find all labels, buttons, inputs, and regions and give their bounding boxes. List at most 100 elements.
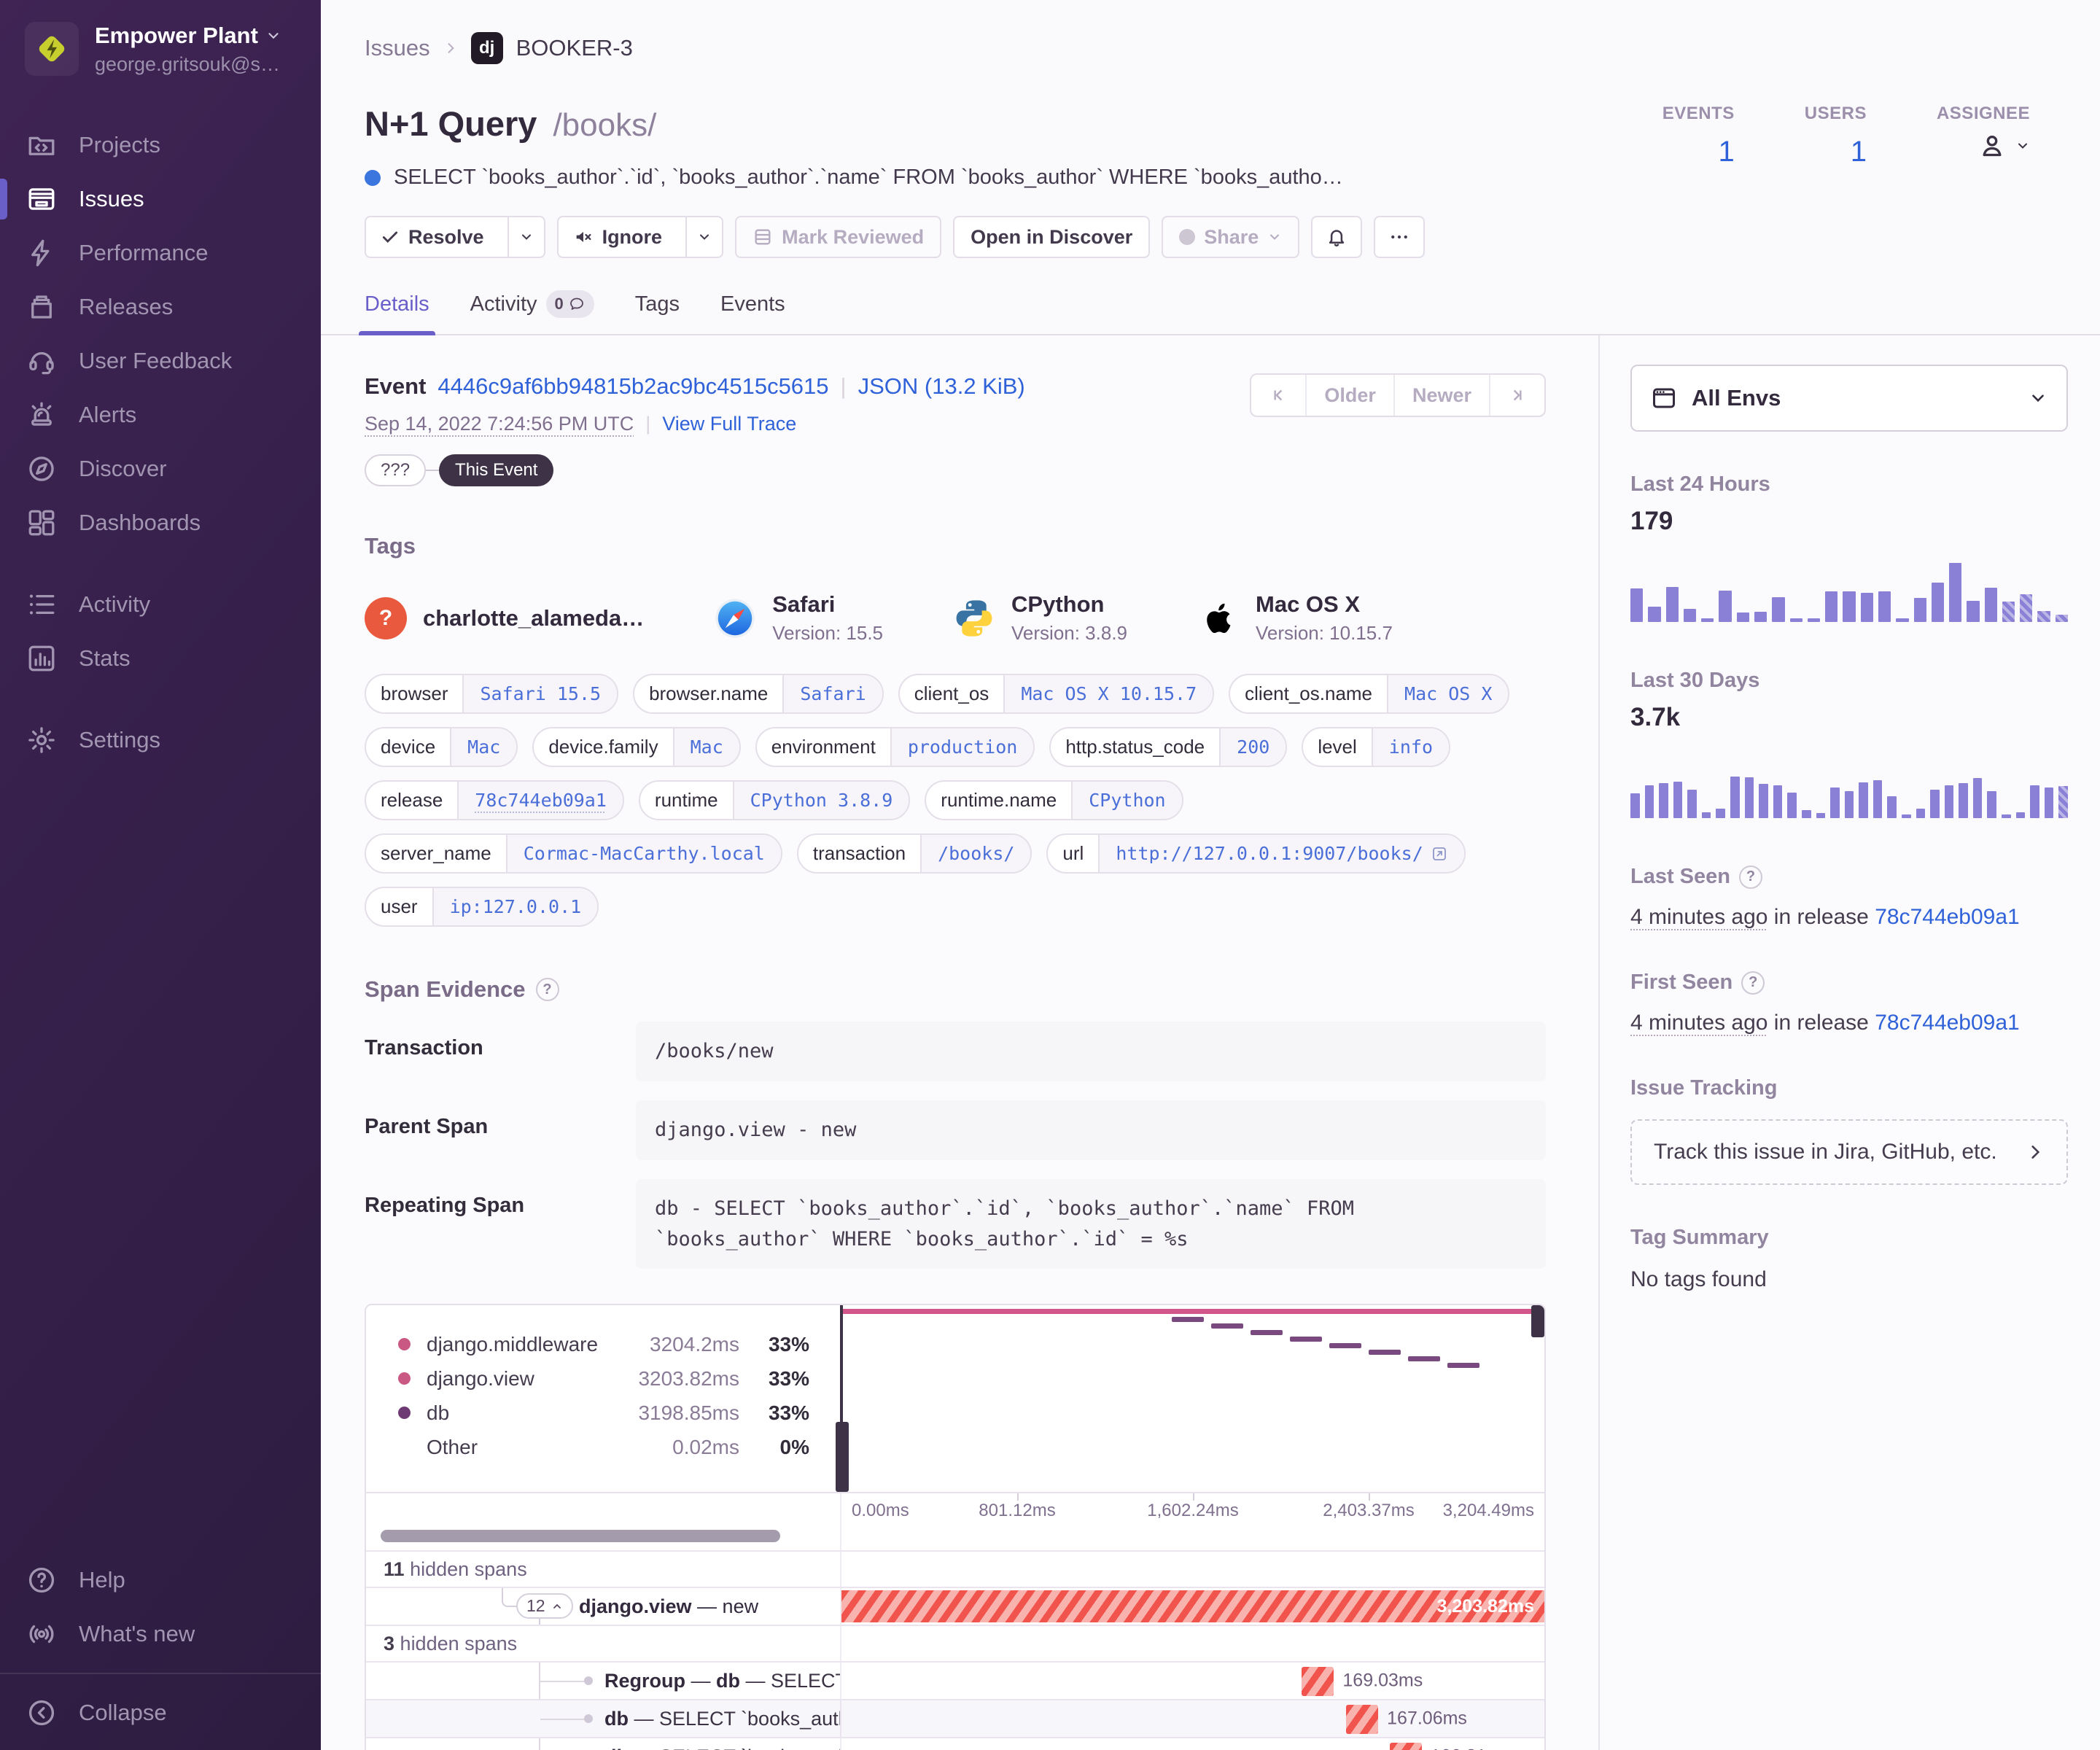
org-user-email: george.gritsouk@s… — [95, 52, 281, 75]
span-row[interactable]: db — SELECT `books_author` 167.06ms — [366, 1699, 1544, 1738]
tag-pill-user[interactable]: user ip:127.0.0.1 — [365, 887, 599, 927]
tag-pill-device-family[interactable]: device.family Mac — [532, 727, 741, 767]
tab-tags[interactable]: Tags — [635, 290, 680, 334]
tag-pill-runtime-name[interactable]: runtime.name CPython — [925, 780, 1183, 820]
span-bar[interactable] — [1346, 1705, 1379, 1735]
tag-pill-browser-name[interactable]: browser.name Safari — [633, 674, 884, 714]
span-row[interactable]: db — SELECT `books_author` 166.81ms — [366, 1737, 1544, 1750]
tag-pill-url[interactable]: url http://127.0.0.1:9007/books/ — [1046, 833, 1466, 874]
tag-pill-device[interactable]: device Mac — [365, 727, 518, 767]
waterfall-scrollbar[interactable] — [381, 1530, 780, 1543]
sidebar-item-issues[interactable]: Issues — [0, 172, 321, 226]
newer-event-button[interactable]: Newer — [1393, 375, 1489, 416]
share-button[interactable]: Share — [1162, 216, 1300, 258]
span-group-link[interactable]: Regroup — [604, 1670, 685, 1692]
histogram-bar — [1759, 783, 1768, 818]
tag-pill-client-os[interactable]: client_os Mac OS X 10.15.7 — [898, 674, 1215, 714]
first-seen-release-link[interactable]: 78c744eb09a1 — [1875, 1011, 2020, 1035]
sidebar-item-alerts[interactable]: Alerts — [0, 388, 321, 442]
histogram-bar — [1730, 776, 1740, 818]
tag-pill-level[interactable]: level info — [1302, 727, 1451, 767]
sidebar-item-label: Alerts — [79, 402, 137, 427]
minimap-span-segment — [1211, 1323, 1244, 1329]
event-json-link[interactable]: JSON (13.2 KiB) — [858, 373, 1025, 400]
help-question-icon[interactable]: ? — [1739, 865, 1762, 889]
featured-tag-mac-os-x[interactable]: Mac OS X Version: 10.15.7 — [1197, 591, 1393, 645]
tag-pill-http-status-code[interactable]: http.status_code 200 — [1049, 727, 1288, 767]
resolve-dropdown-button[interactable] — [507, 217, 544, 257]
evidence-row: Parent Span django.view - new — [365, 1100, 1546, 1160]
sidebar-item-collapse[interactable]: Collapse — [0, 1686, 321, 1740]
sidebar-item-what-s-new[interactable]: What's new — [0, 1607, 321, 1661]
featured-tag-cpython[interactable]: CPython Version: 3.8.9 — [953, 591, 1127, 645]
breadcrumb-issues-link[interactable]: Issues — [365, 35, 430, 61]
legend-dot — [398, 1407, 411, 1420]
track-issue-button[interactable]: Track this issue in Jira, GitHub, etc. — [1630, 1119, 2068, 1185]
sidebar-item-projects[interactable]: Projects — [0, 118, 321, 172]
assignee-selector[interactable] — [1937, 131, 2030, 160]
sidebar-item-stats[interactable]: Stats — [0, 631, 321, 685]
histogram-bar — [1916, 808, 1926, 818]
event-id-link[interactable]: 4446c9af6bb94815b2ac9bc4515c5615 — [438, 373, 828, 400]
open-in-discover-button[interactable]: Open in Discover — [953, 216, 1151, 258]
sidebar-item-releases[interactable]: Releases — [0, 280, 321, 334]
featured-tag-charlotte-alameda[interactable]: ? charlotte_alameda… — [365, 596, 644, 639]
org-switcher[interactable]: Empower Plant george.gritsouk@s… — [0, 22, 321, 76]
tag-pill-server-name[interactable]: server_name Cormac-MacCarthy.local — [365, 833, 782, 874]
more-actions-button[interactable] — [1374, 216, 1426, 258]
tab-activity[interactable]: Activity 0 — [470, 290, 594, 334]
tag-pill-browser[interactable]: browser Safari 15.5 — [365, 674, 619, 714]
ignore-button[interactable]: Ignore — [556, 216, 724, 258]
tag-pill-environment[interactable]: environment production — [755, 727, 1035, 767]
events-count[interactable]: 1 — [1662, 136, 1735, 168]
tag-pill-transaction[interactable]: transaction/books/ — [796, 833, 1032, 874]
resolve-button[interactable]: Resolve — [365, 216, 545, 258]
prev-event-pill[interactable]: ??? — [365, 454, 427, 486]
tab-events[interactable]: Events — [720, 290, 785, 334]
span-row[interactable]: Regroup — db — SELECT `books_author` 169.… — [366, 1661, 1544, 1700]
users-count[interactable]: 1 — [1805, 136, 1867, 168]
featured-tags: ? charlotte_alameda… Safari Version: 15.5 CP… — [365, 591, 1546, 645]
tab-details[interactable]: Details — [359, 290, 435, 335]
minimap-left-handle[interactable] — [836, 1422, 849, 1493]
tag-pill-client-os-name[interactable]: client_os.name Mac OS X — [1229, 674, 1510, 714]
tag-pill-release[interactable]: release 78c744eb09a1 — [365, 780, 624, 820]
sidebar-item-activity[interactable]: Activity — [0, 578, 321, 631]
sidebar-item-dashboards[interactable]: Dashboards — [0, 496, 321, 550]
minimap-right-handle[interactable] — [1531, 1305, 1544, 1338]
collapse-children-badge[interactable]: 12 — [516, 1593, 573, 1619]
parent-span-bar[interactable]: 3,203.82ms — [841, 1590, 1544, 1623]
sidebar-item-discover[interactable]: Discover — [0, 442, 321, 496]
sidebar-item-performance[interactable]: Performance — [0, 226, 321, 280]
ignore-dropdown-button[interactable] — [685, 217, 722, 257]
parent-span-row[interactable]: 12 django.view — new 3,203.82ms — [366, 1587, 1544, 1625]
tag-value: 200 — [1219, 728, 1286, 766]
older-event-button[interactable]: Older — [1305, 375, 1393, 416]
evidence-label: Parent Span — [365, 1114, 489, 1138]
sidebar-item-settings[interactable]: Settings — [0, 713, 321, 767]
hidden-spans-row[interactable]: 3 hidden spans — [366, 1625, 1544, 1662]
environment-filter[interactable]: All Envs — [1630, 365, 2068, 432]
mark-reviewed-button[interactable]: Mark Reviewed — [735, 216, 942, 258]
oldest-event-button[interactable] — [1251, 375, 1305, 416]
sidebar-item-help[interactable]: Help — [0, 1553, 321, 1607]
chevron-down-icon — [2032, 394, 2044, 402]
skip-to-last-icon — [1513, 389, 1522, 401]
hidden-spans-row[interactable]: 11 hidden spans — [366, 1550, 1544, 1587]
featured-tag-safari[interactable]: Safari Version: 15.5 — [714, 591, 883, 645]
help-question-icon[interactable]: ? — [1741, 971, 1765, 995]
skip-to-latest-button[interactable] — [1489, 375, 1544, 416]
sidebar-item-user-feedback[interactable]: User Feedback — [0, 334, 321, 388]
subscribe-bell-button[interactable] — [1311, 216, 1363, 258]
span-bar[interactable] — [1389, 1743, 1422, 1750]
issue-message: SELECT `books_author`.`id`, `books_autho… — [394, 166, 1343, 189]
help-question-icon[interactable]: ? — [535, 978, 559, 1001]
waterfall-minimap[interactable] — [836, 1305, 1544, 1493]
evidence-label: Repeating Span — [365, 1193, 525, 1217]
span-bar[interactable] — [1302, 1667, 1334, 1697]
last-seen-release-link[interactable]: 78c744eb09a1 — [1875, 905, 2020, 929]
event-timestamp: Sep 14, 2022 7:24:56 PM UTC — [365, 413, 634, 435]
tag-value: production — [890, 728, 1034, 766]
tag-pill-runtime[interactable]: runtime CPython 3.8.9 — [638, 780, 911, 820]
view-full-trace-link[interactable]: View Full Trace — [662, 413, 796, 435]
